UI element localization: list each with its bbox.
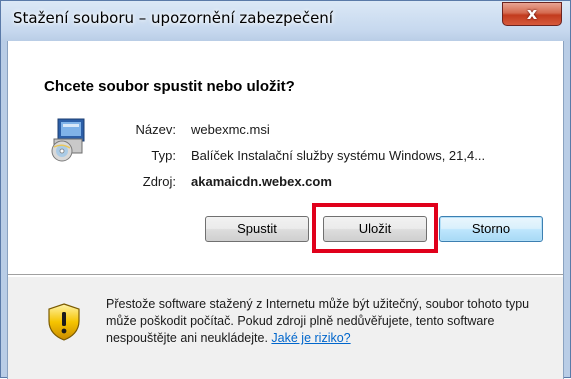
close-button[interactable]: x bbox=[502, 2, 562, 26]
source-value: akamaicdn.webex.com bbox=[191, 174, 332, 189]
window-title: Stažení souboru – upozornění zabezpečení bbox=[13, 9, 333, 27]
run-button[interactable]: Spustit bbox=[205, 216, 309, 242]
title-bar: Stažení souboru – upozornění zabezpečení… bbox=[1, 1, 570, 41]
type-label: Typ: bbox=[151, 148, 176, 163]
security-shield-warning-icon bbox=[48, 303, 80, 341]
cancel-button[interactable]: Storno bbox=[439, 216, 543, 242]
installer-package-icon bbox=[51, 118, 85, 162]
dialog-question: Chcete soubor spustit nebo uložit? bbox=[44, 78, 295, 95]
type-value: Balíček Instalační služby systému Window… bbox=[191, 148, 486, 163]
download-security-dialog: Stažení souboru – upozornění zabezpečení… bbox=[0, 0, 571, 379]
risk-link[interactable]: Jaké je riziko? bbox=[271, 331, 350, 345]
warning-message: Přestože software stažený z Internetu mů… bbox=[106, 296, 556, 347]
source-label: Zdroj: bbox=[142, 174, 176, 189]
save-button-highlight bbox=[312, 203, 438, 253]
close-icon: x bbox=[526, 4, 538, 23]
name-label: Název: bbox=[135, 122, 176, 137]
name-value: webexmc.msi bbox=[191, 122, 270, 137]
dialog-body: Chcete soubor spustit nebo uložit? Název… bbox=[7, 41, 564, 379]
